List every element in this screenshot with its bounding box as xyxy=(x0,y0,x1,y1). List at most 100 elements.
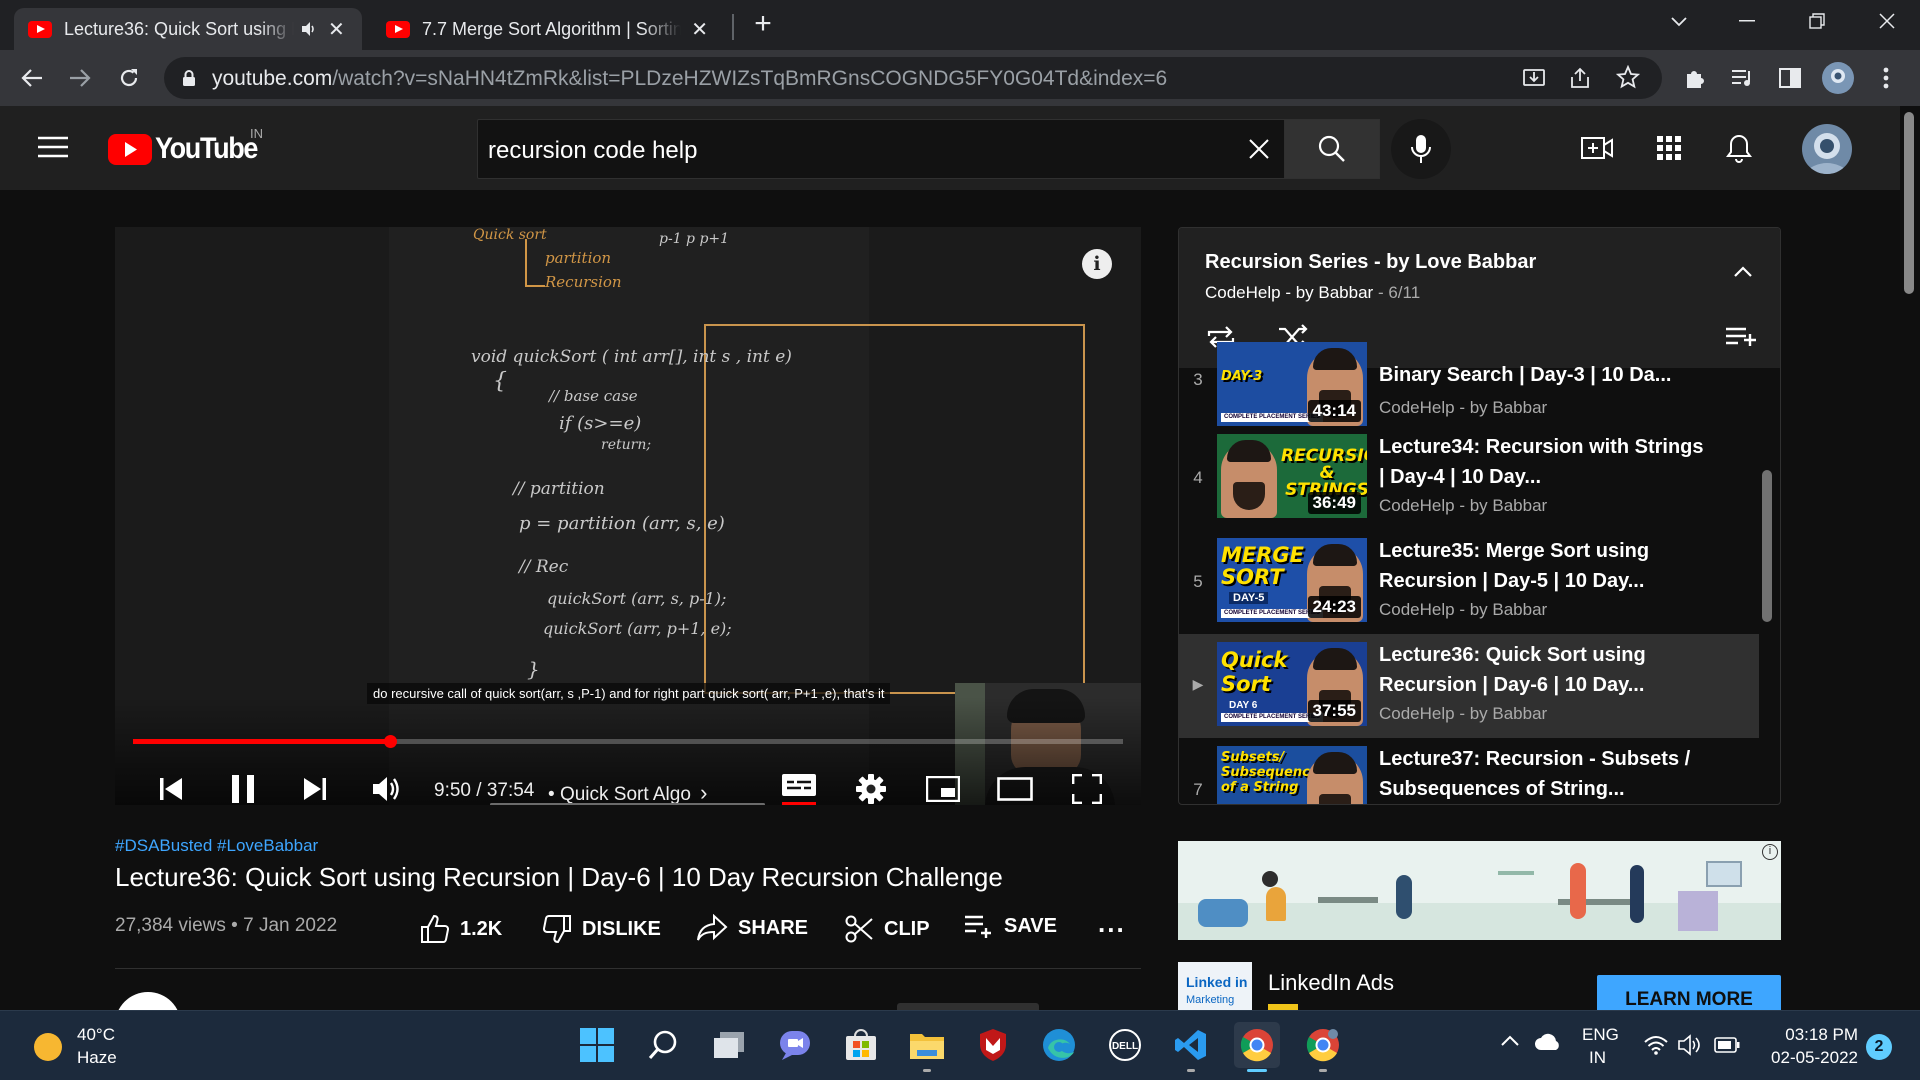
profile-avatar-icon[interactable] xyxy=(1820,60,1856,96)
next-video-icon[interactable] xyxy=(295,769,335,805)
file-explorer-icon[interactable] xyxy=(904,1022,950,1072)
reload-icon[interactable] xyxy=(111,60,147,96)
voice-search-button[interactable] xyxy=(1391,119,1451,179)
mcafee-shield-icon[interactable] xyxy=(970,1022,1016,1068)
audio-playing-icon[interactable] xyxy=(300,21,318,37)
input-language[interactable]: ENG xyxy=(1582,1025,1619,1045)
tab-close-icon[interactable]: ✕ xyxy=(691,17,708,42)
playlist-item[interactable]: 7 Subsets/ Subsequences of a String Lect… xyxy=(1179,738,1759,804)
ad-banner-image[interactable] xyxy=(1178,841,1781,940)
dislike-button[interactable]: DISLIKE xyxy=(542,914,661,944)
notification-count-badge[interactable]: 2 xyxy=(1866,1034,1892,1060)
playlist-channel[interactable]: CodeHelp - by Babbar xyxy=(1205,283,1373,302)
clear-search-icon[interactable] xyxy=(1248,138,1270,160)
system-date[interactable]: 02-05-2022 xyxy=(1762,1048,1858,1068)
microsoft-store-icon[interactable] xyxy=(838,1022,884,1068)
chrome-menu-icon[interactable] xyxy=(1868,60,1904,96)
subtitles-cc-icon[interactable] xyxy=(779,769,819,805)
more-actions-icon[interactable]: ... xyxy=(1098,908,1126,939)
input-region[interactable]: IN xyxy=(1589,1048,1606,1068)
windows-taskbar: 40°C Haze DELL ENG IN 03:18 PM 02-05-202… xyxy=(0,1010,1920,1080)
hamburger-menu-icon[interactable] xyxy=(38,136,68,158)
restore-icon[interactable] xyxy=(1782,0,1852,42)
playlist-panel: Recursion Series - by Love Babbar CodeHe… xyxy=(1178,227,1781,805)
address-bar[interactable]: youtube.com/watch?v=sNaHN4tZmRk&list=PLD… xyxy=(164,57,1662,99)
apps-grid-icon[interactable] xyxy=(1648,127,1690,169)
start-windows-icon[interactable] xyxy=(574,1022,620,1068)
theater-mode-icon[interactable] xyxy=(995,769,1035,805)
battery-icon[interactable] xyxy=(1714,1037,1740,1053)
notifications-bell-icon[interactable] xyxy=(1718,127,1760,169)
playlist-item[interactable]: 3 DAY-3 COMPLETE PLACEMENT SERIES 43:14 … xyxy=(1179,342,1759,426)
back-icon[interactable] xyxy=(14,60,50,96)
pause-icon[interactable] xyxy=(223,769,263,805)
save-button[interactable]: SAVE xyxy=(964,914,1057,938)
save-label: SAVE xyxy=(1004,914,1057,937)
edge-browser-icon[interactable] xyxy=(1036,1022,1082,1068)
playlist-item-current[interactable]: ▶ Quick Sort DAY 6 COMPLETE PLACEMENT SE… xyxy=(1179,634,1759,738)
fullscreen-icon[interactable] xyxy=(1067,769,1107,805)
save-playlist-icon[interactable] xyxy=(1725,326,1757,348)
teams-chat-icon[interactable] xyxy=(772,1022,818,1068)
close-window-icon[interactable] xyxy=(1852,0,1920,42)
weather-temperature[interactable]: 40°C xyxy=(77,1025,115,1045)
clip-button[interactable]: CLIP xyxy=(844,914,930,944)
progress-scrubber-handle[interactable] xyxy=(384,735,398,748)
search-input[interactable]: recursion code help xyxy=(488,137,697,165)
board-code-line: { xyxy=(493,369,507,394)
share-page-icon[interactable] xyxy=(1568,66,1592,90)
weather-condition[interactable]: Haze xyxy=(77,1048,117,1068)
weather-sun-icon[interactable] xyxy=(34,1033,62,1061)
like-button[interactable]: 1.2K xyxy=(420,914,502,944)
tab-search-chevron-down-icon[interactable] xyxy=(1644,0,1714,42)
minimize-icon[interactable] xyxy=(1712,0,1782,42)
playlist-item[interactable]: 5 MERGE SORT DAY-5 COMPLETE PLACEMENT SE… xyxy=(1179,530,1759,634)
dell-icon[interactable]: DELL xyxy=(1102,1022,1148,1068)
board-code-line: return; xyxy=(601,437,652,453)
task-view-icon[interactable] xyxy=(706,1022,752,1068)
tab-merge-sort[interactable]: 7.7 Merge Sort Algorithm | Sorting ✕ xyxy=(372,8,722,50)
progress-bar[interactable] xyxy=(133,735,1123,748)
advertiser-logo[interactable]: Linked in Marketing xyxy=(1178,962,1252,1012)
show-hidden-icons-chevron-icon[interactable] xyxy=(1500,1035,1520,1047)
playlist-scrollbar-thumb[interactable] xyxy=(1762,470,1772,622)
settings-gear-icon[interactable] xyxy=(851,769,891,805)
create-video-icon[interactable] xyxy=(1576,127,1618,169)
hashtags[interactable]: #DSABusted #LoveBabbar xyxy=(115,836,318,856)
playlist-item[interactable]: 4 RECURSION & STRINGS 36:49 Lecture34: R… xyxy=(1179,426,1759,530)
search-taskbar-icon[interactable] xyxy=(640,1022,686,1068)
chrome-taskbar-icon[interactable] xyxy=(1234,1022,1280,1072)
install-app-icon[interactable] xyxy=(1522,66,1546,90)
advertiser-name[interactable]: LinkedIn Ads xyxy=(1268,970,1394,996)
side-panel-icon[interactable] xyxy=(1772,60,1808,96)
forward-icon[interactable] xyxy=(62,60,98,96)
chapter-title[interactable]: • Quick Sort Algo › xyxy=(548,780,708,805)
chrome-profile-taskbar-icon[interactable] xyxy=(1300,1022,1346,1072)
vscode-icon[interactable] xyxy=(1168,1022,1214,1072)
ad-info-icon[interactable]: i xyxy=(1762,844,1778,860)
speaker-volume-icon[interactable] xyxy=(1678,1034,1702,1056)
account-avatar[interactable] xyxy=(1802,124,1852,174)
video-info-icon[interactable]: i xyxy=(1082,249,1112,279)
youtube-logo[interactable]: YouTube IN xyxy=(108,126,268,166)
bookmark-star-icon[interactable] xyxy=(1616,65,1640,89)
page-scrollbar-thumb[interactable] xyxy=(1904,112,1914,294)
extensions-puzzle-icon[interactable] xyxy=(1677,60,1713,96)
tab-close-icon[interactable]: ✕ xyxy=(328,17,345,42)
video-player[interactable]: Quick sort partition Recursion p-1 p p+1… xyxy=(115,227,1141,805)
search-box[interactable]: recursion code help xyxy=(477,119,1285,179)
new-tab-icon[interactable]: + xyxy=(746,6,780,42)
share-button[interactable]: SHARE xyxy=(696,914,808,942)
playlist-title[interactable]: Recursion Series - by Love Babbar xyxy=(1205,251,1536,274)
system-time[interactable]: 03:18 PM xyxy=(1762,1025,1858,1045)
collapse-chevron-up-icon[interactable] xyxy=(1733,266,1753,278)
lock-icon[interactable] xyxy=(182,70,196,87)
miniplayer-icon[interactable] xyxy=(923,769,963,805)
volume-icon[interactable] xyxy=(367,769,407,805)
onedrive-cloud-icon[interactable] xyxy=(1534,1033,1562,1051)
previous-video-icon[interactable] xyxy=(151,769,191,805)
wifi-icon[interactable] xyxy=(1644,1035,1668,1055)
search-button[interactable] xyxy=(1284,119,1380,179)
tab-lecture36[interactable]: Lecture36: Quick Sort using R ✕ xyxy=(14,8,362,50)
media-controls-icon[interactable] xyxy=(1724,60,1760,96)
